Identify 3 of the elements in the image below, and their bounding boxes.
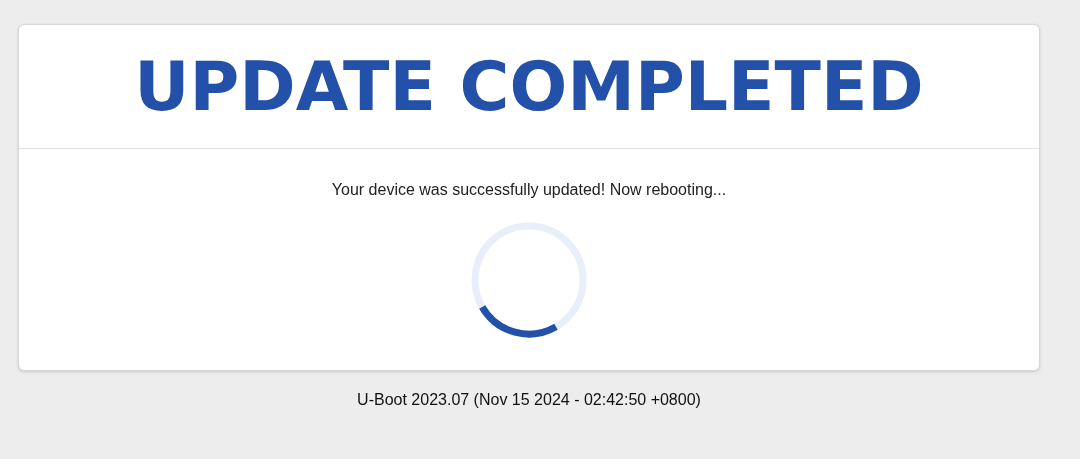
page-title: UPDATE COMPLETED <box>134 47 924 126</box>
status-message: Your device was successfully updated! Now rebooting... <box>331 181 727 199</box>
version-info: U-Boot 2023.07 (Nov 15 2024 - 02:42:50 +0800) <box>356 391 702 409</box>
